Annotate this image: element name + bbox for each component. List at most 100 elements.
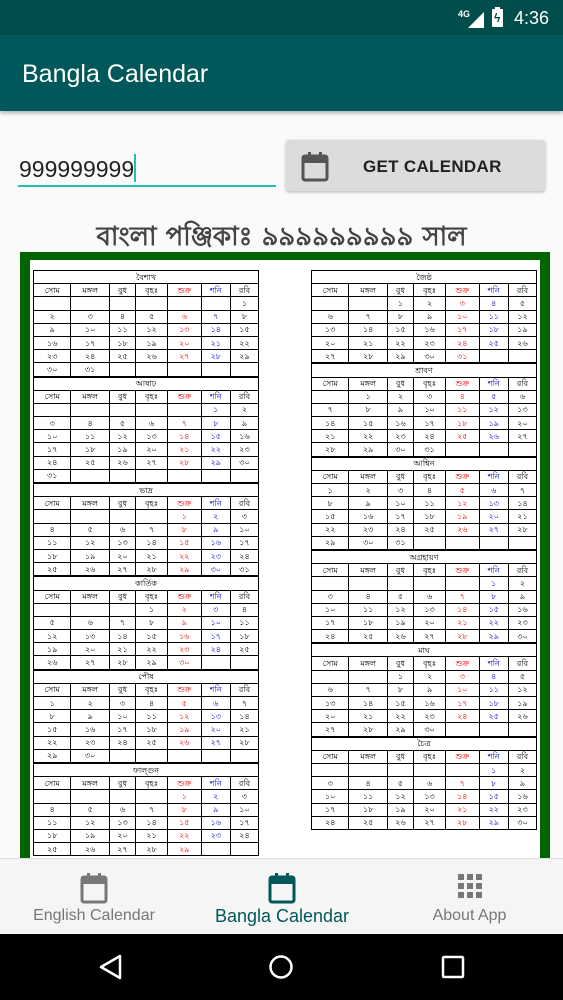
app-title: Bangla Calendar [22, 60, 209, 88]
month-name: কার্তিক [33, 576, 259, 591]
day-cell: ২৮ [167, 455, 202, 470]
day-cell: ৮ [310, 496, 350, 511]
day-cell: ১৪ [445, 789, 480, 804]
weekday-header: বৃহঃ [135, 589, 169, 604]
day-cell [167, 296, 202, 311]
day-cell: ৯ [348, 496, 388, 511]
day-cell: ৩১ [32, 468, 72, 484]
home-icon[interactable] [268, 954, 294, 980]
weekday-header: রবি [508, 563, 537, 578]
day-cell: ২০ [200, 722, 232, 737]
day-cell: ২৮ [310, 442, 350, 457]
day-cell: ১২ [108, 429, 137, 444]
day-cell: ৬ [478, 482, 510, 498]
day-cell: ১১ [478, 682, 510, 698]
weekday-header: সোম [310, 749, 350, 764]
weekday-header: মঙ্গল [70, 496, 110, 511]
day-cell: ২০ [478, 509, 510, 524]
day-cell: ৬ [167, 309, 202, 324]
day-cell: ৯ [508, 776, 537, 791]
day-cell [348, 576, 388, 591]
day-cell [108, 362, 137, 377]
month-name: চৈত্র [311, 736, 537, 751]
day-cell: ২৮ [230, 735, 259, 750]
month-name: আষাঢ় [33, 376, 259, 391]
weekday-header: বুধ [386, 656, 415, 671]
day-cell: ২২ [478, 615, 510, 631]
day-cell: ১১ [478, 309, 510, 324]
day-cell [310, 669, 350, 684]
day-cell: ১৩ [310, 695, 350, 711]
day-cell: ২১ [348, 709, 388, 724]
month-table: ফাল্গুন সোম মঙ্গল বুধ বৃহঃ শুক্র শনি রবি ১ ২ ৩ ৪ ৫ ৬ ৭… [32, 762, 259, 857]
day-cell: ৯ [200, 802, 232, 817]
day-cell: ৭ [348, 682, 388, 698]
day-cell: ৪ [445, 389, 480, 404]
day-cell: ২৯ [386, 722, 415, 737]
get-calendar-button[interactable]: GET CALENDAR [286, 140, 545, 191]
day-cell: ৮ [478, 589, 510, 604]
day-cell: ১ [478, 762, 510, 778]
day-cell [32, 509, 72, 524]
nav-about-app[interactable]: About App [376, 859, 563, 935]
day-cell: ২৪ [445, 709, 480, 724]
day-cell: ২ [348, 482, 388, 498]
day-cell: ৬ [508, 389, 537, 404]
day-cell: ২৪ [413, 429, 447, 444]
day-cell: ২৪ [386, 522, 415, 537]
day-cell: ২০ [108, 548, 137, 564]
day-cell: ২১ [108, 642, 137, 657]
day-cell: ৭ [230, 695, 259, 711]
day-cell: ১২ [32, 629, 72, 644]
day-cell: ১৬ [508, 789, 537, 804]
day-cell: ২১ [230, 722, 259, 737]
day-cell: ৯ [32, 322, 72, 337]
weekday-header: বৃহঃ [413, 749, 447, 764]
weekday-header: রবি [230, 776, 259, 791]
day-cell: ৩০ [508, 815, 537, 830]
calendar-panel[interactable]: বৈশাখ সোম মঙ্গল বুধ বৃহঃ শুক্র শনি রবি ১ ২ ৩ ৪ ৫ ৬ ৭ ৮ ৯… [20, 252, 550, 858]
weekday-header: বৃহঃ [413, 469, 447, 485]
day-cell: ৫ [508, 669, 537, 684]
weekday-header: শুক্র [445, 376, 480, 391]
day-cell: ৭ [135, 522, 169, 537]
weekday-header: শুক্র [445, 563, 480, 578]
day-cell: ৩০ [386, 442, 415, 457]
day-cell: ১৭ [230, 815, 259, 830]
day-cell [508, 442, 537, 457]
nav-english-calendar[interactable]: English Calendar [0, 859, 188, 935]
day-cell: ২৪ [310, 815, 350, 830]
day-cell: ২৪ [200, 642, 232, 657]
day-cell: ৯ [230, 416, 259, 431]
day-cell [70, 468, 110, 484]
day-cell: ৩০ [70, 748, 110, 763]
weekday-header: রবি [508, 469, 537, 485]
calendar-icon [268, 873, 296, 904]
weekday-header: সোম [310, 563, 350, 578]
weekday-header: শুক্র [167, 389, 202, 404]
day-cell [167, 362, 202, 377]
day-cell: ১১ [32, 535, 72, 550]
weekday-header: মঙ্গল [348, 283, 388, 298]
year-input[interactable]: 999999999 [18, 150, 276, 187]
weekday-header: মঙ্গল [348, 469, 388, 485]
day-cell: ১০ [310, 602, 350, 617]
day-cell: ৮ [167, 802, 202, 817]
nav-bangla-calendar[interactable]: Bangla Calendar [188, 859, 376, 935]
day-cell: ২৩ [32, 349, 72, 364]
day-cell: ২৬ [386, 629, 415, 644]
day-cell: ৯ [200, 522, 232, 537]
day-cell: ২০ [135, 442, 169, 457]
recents-icon[interactable] [441, 955, 465, 979]
weekday-header: শনি [478, 749, 510, 764]
day-cell [310, 576, 350, 591]
day-cell [135, 362, 169, 377]
back-icon[interactable] [98, 954, 124, 980]
day-cell: ২১ [445, 802, 480, 817]
weekday-header: শনি [200, 283, 232, 298]
day-cell: ২৩ [200, 548, 232, 564]
day-cell: ৬ [310, 309, 350, 324]
weekday-header: বুধ [386, 749, 415, 764]
day-cell: ১৮ [108, 335, 137, 351]
weekday-header: রবি [230, 589, 259, 604]
